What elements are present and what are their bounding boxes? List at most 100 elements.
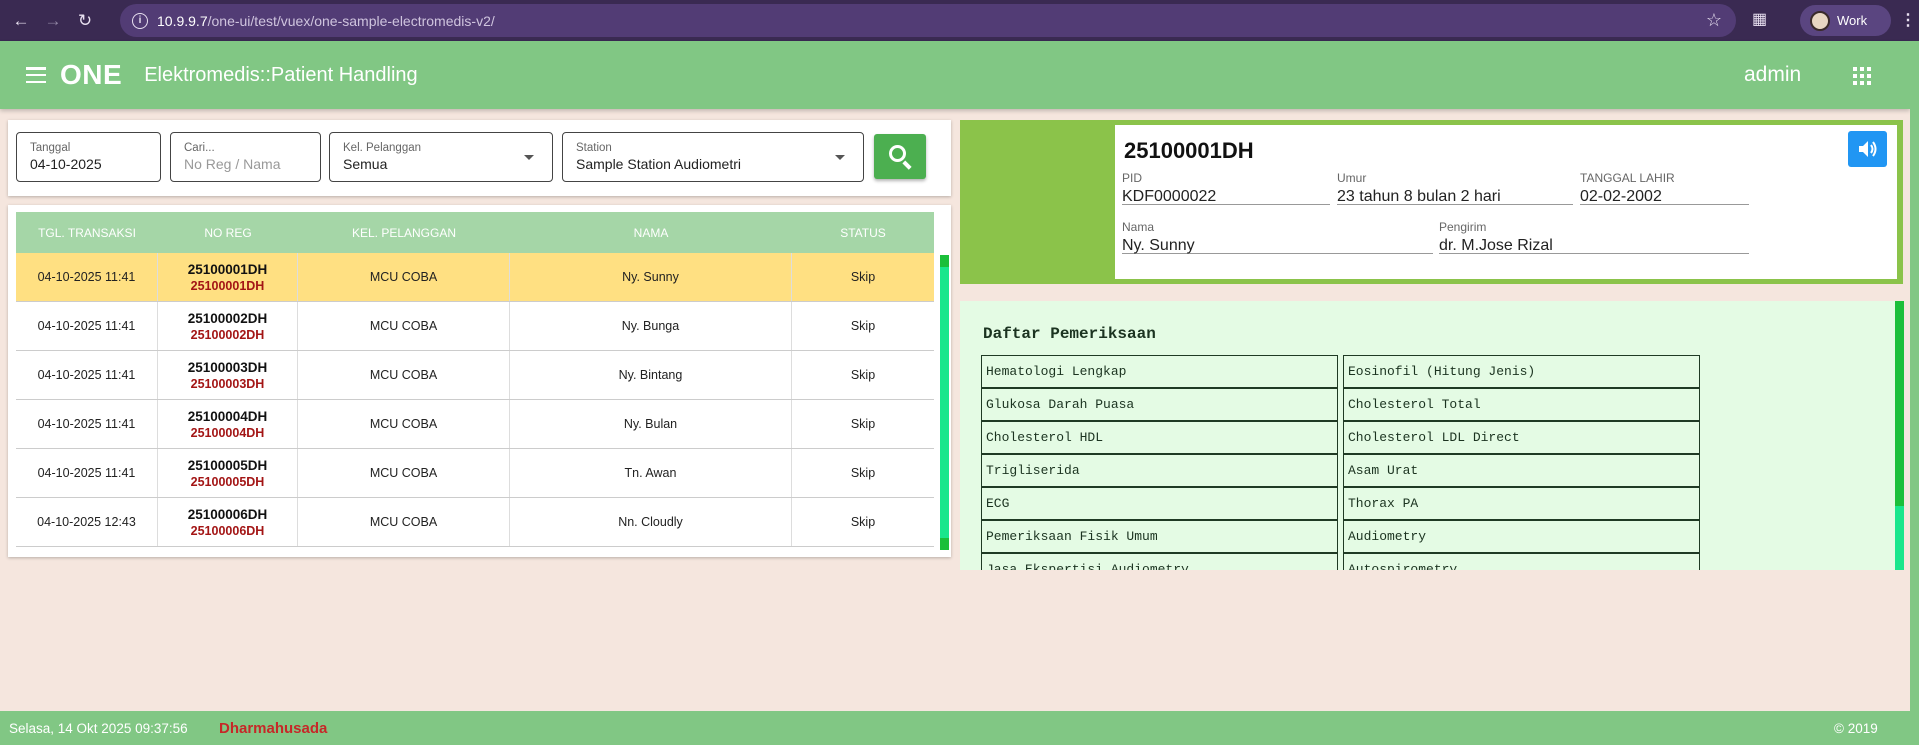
exam-item[interactable]: Jasa Ekspertisi Audiometry	[981, 553, 1338, 570]
exam-item[interactable]: Asam Urat	[1343, 454, 1700, 487]
apps-grid-icon[interactable]	[1853, 67, 1871, 85]
exam-item[interactable]: Cholesterol HDL	[981, 421, 1338, 454]
nama-text: Tn. Awan	[624, 466, 677, 480]
cell-tgl: 04-10-2025 12:43	[16, 498, 158, 546]
date-value: 04-10-2025	[30, 156, 102, 172]
exam-item[interactable]: Pemeriksaan Fisik Umum	[981, 520, 1338, 553]
cell-kel: MCU COBA	[298, 351, 510, 399]
chevron-down-icon[interactable]	[524, 155, 534, 160]
cell-status: Skip	[792, 400, 934, 448]
header-status[interactable]: STATUS	[792, 212, 934, 253]
table-row[interactable]: 04-10-2025 11:41 25100004DH 25100004DH MCU …	[16, 400, 934, 449]
noreg-sub-text: 25100002DH	[190, 327, 265, 342]
noreg-text: 25100001DH	[187, 261, 268, 277]
exam-item[interactable]: Cholesterol Total	[1343, 388, 1700, 421]
kel-text: MCU COBA	[369, 466, 438, 480]
exam-list-title: Daftar Pemeriksaan	[983, 325, 1156, 343]
exam-scrollbar[interactable]	[1895, 301, 1904, 570]
cell-tgl: 04-10-2025 11:41	[16, 351, 158, 399]
table-row[interactable]: 04-10-2025 11:41 25100002DH 25100002DH MCU …	[16, 302, 934, 351]
cell-noreg: 25100001DH 25100001DH	[158, 253, 298, 301]
reload-icon[interactable]: ↻	[74, 10, 96, 32]
nama-text: Ny. Sunny	[622, 270, 679, 284]
kel-text: MCU COBA	[369, 417, 438, 431]
table-row[interactable]: 04-10-2025 11:41 25100003DH 25100003DH MCU …	[16, 351, 934, 400]
status-text: Skip	[850, 466, 876, 480]
header-no-reg[interactable]: NO REG	[158, 212, 298, 253]
chevron-down-icon[interactable]	[835, 155, 845, 160]
forward-icon[interactable]: →	[42, 10, 64, 32]
site-info-icon[interactable]: i	[132, 12, 148, 29]
search-input[interactable]: Cari... No Reg / Nama	[170, 132, 321, 182]
kel-text: MCU COBA	[369, 515, 438, 529]
exam-item[interactable]: Hematologi Lengkap	[981, 355, 1338, 388]
header-nama[interactable]: NAMA	[510, 212, 792, 253]
back-icon[interactable]: ←	[10, 10, 32, 32]
cell-kel: MCU COBA	[298, 302, 510, 350]
customer-group-select[interactable]: Kel. Pelanggan Semua	[329, 132, 553, 182]
cell-tgl: 04-10-2025 11:41	[16, 449, 158, 497]
nama-text: Nn. Cloudly	[618, 515, 683, 529]
exam-item[interactable]: Audiometry	[1343, 520, 1700, 553]
tgl-text: 04-10-2025 11:41	[37, 368, 136, 382]
age-field: Umur 23 tahun 8 bulan 2 hari	[1337, 171, 1573, 205]
patient-header-card: 25100001DH PID KDF0000022 Umur 23 tahun …	[960, 120, 1903, 284]
exam-item[interactable]: Cholesterol LDL Direct	[1343, 421, 1700, 454]
brand-logo: ONE	[60, 59, 123, 90]
address-bar[interactable]: i 10.9.9.7/one-ui/test/vuex/one-sample-e…	[120, 4, 1736, 37]
pid-field: PID KDF0000022	[1122, 171, 1330, 205]
menu-icon[interactable]	[26, 67, 46, 83]
tgl-text: 04-10-2025 11:41	[37, 417, 136, 431]
search-button[interactable]	[874, 134, 926, 179]
noreg-text: 25100005DH	[187, 457, 268, 473]
cell-kel: MCU COBA	[298, 400, 510, 448]
table-scrollbar[interactable]	[940, 255, 949, 550]
cell-status: Skip	[792, 498, 934, 546]
table-row[interactable]: 04-10-2025 12:43 25100006DH 25100006DH MCU …	[16, 498, 934, 547]
station-select[interactable]: Station Sample Station Audiometri	[562, 132, 864, 182]
cell-noreg: 25100004DH 25100004DH	[158, 400, 298, 448]
cell-tgl: 04-10-2025 11:41	[16, 400, 158, 448]
noreg-text: 25100004DH	[187, 408, 268, 424]
cell-noreg: 25100005DH 25100005DH	[158, 449, 298, 497]
kel-text: MCU COBA	[369, 319, 438, 333]
exam-item[interactable]: ECG	[981, 487, 1338, 520]
footer-datetime: Selasa, 14 Okt 2025 09:37:56	[9, 721, 188, 736]
patient-info: 25100001DH PID KDF0000022 Umur 23 tahun …	[1115, 125, 1897, 279]
cell-kel: MCU COBA	[298, 498, 510, 546]
date-field[interactable]: Tanggal 04-10-2025	[16, 132, 161, 182]
cell-noreg: 25100003DH 25100003DH	[158, 351, 298, 399]
noreg-sub-text: 25100001DH	[190, 278, 265, 293]
call-audio-button[interactable]	[1848, 131, 1887, 167]
exam-item[interactable]: Autospirometry	[1343, 553, 1700, 570]
exam-item[interactable]: Glukosa Darah Puasa	[981, 388, 1338, 421]
exam-item[interactable]: Eosinofil (Hitung Jenis)	[1343, 355, 1700, 388]
noreg-text: 25100003DH	[187, 359, 268, 375]
birthdate-field: TANGGAL LAHIR 02-02-2002	[1580, 171, 1749, 205]
noreg-sub-text: 25100004DH	[190, 425, 265, 440]
status-text: Skip	[850, 417, 876, 431]
page-scrollbar[interactable]	[1910, 41, 1919, 745]
url-text[interactable]: 10.9.9.7/one-ui/test/vuex/one-sample-ele…	[157, 13, 495, 29]
header-kel-pelanggan[interactable]: KEL. PELANGGAN	[298, 212, 510, 253]
pid-label: PID	[1122, 171, 1143, 185]
status-text: Skip	[850, 319, 876, 333]
exam-list-card: Daftar Pemeriksaan Hematologi Lengkap Eos…	[960, 301, 1903, 570]
profile-button[interactable]: Work	[1800, 5, 1891, 36]
table-row[interactable]: 04-10-2025 11:41 25100005DH 25100005DH MCU …	[16, 449, 934, 498]
station-label: Station	[576, 142, 612, 154]
table-row[interactable]: 04-10-2025 11:41 25100001DH 25100001DH MCU …	[16, 253, 934, 302]
browser-menu-icon[interactable]: ⋮	[1900, 10, 1916, 30]
footer-copyright: © 2019	[1834, 721, 1878, 736]
exam-item[interactable]: Trigliserida	[981, 454, 1338, 487]
cell-noreg: 25100006DH 25100006DH	[158, 498, 298, 546]
user-name[interactable]: admin	[1744, 63, 1801, 87]
header-tgl-transaksi[interactable]: TGL. TRANSAKSI	[16, 212, 158, 253]
extensions-icon[interactable]: ▦	[1752, 9, 1772, 31]
date-label: Tanggal	[30, 142, 71, 154]
name-label: Nama	[1122, 220, 1155, 234]
cell-noreg: 25100002DH 25100002DH	[158, 302, 298, 350]
noreg-sub-text: 25100003DH	[190, 376, 265, 391]
bookmark-star-icon[interactable]: ☆	[1706, 10, 1722, 31]
exam-item[interactable]: Thorax PA	[1343, 487, 1700, 520]
